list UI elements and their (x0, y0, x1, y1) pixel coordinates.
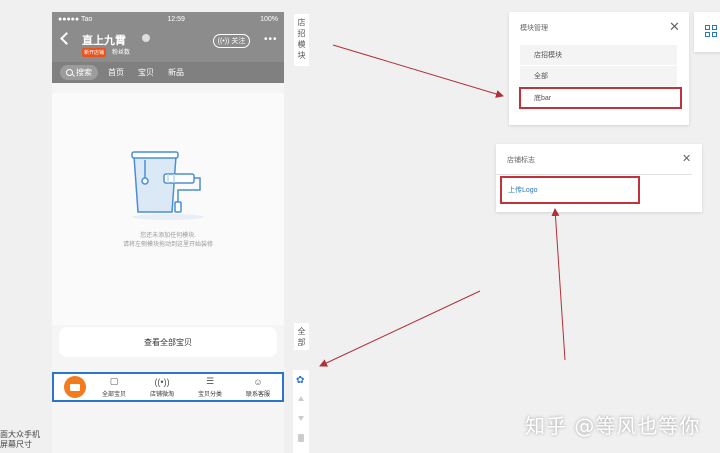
upload-logo-link[interactable]: 上传Logo (500, 176, 640, 204)
fans-count: 粉丝数 (112, 50, 131, 56)
follow-label: 关注 (231, 38, 246, 45)
tab-contact-service[interactable]: ☺ 联系客服 (234, 377, 282, 398)
gear-icon[interactable]: ✿ (296, 376, 304, 386)
side-tab-all[interactable]: 全部 (294, 323, 309, 350)
paint-bucket-icon (131, 151, 204, 220)
carrier-label: ●●●●● Tao (58, 15, 93, 23)
device-size-note-line-2: 屏幕尺寸 (0, 440, 32, 449)
device-size-note-line-1: 面大众手机 (0, 430, 40, 439)
nav-new[interactable]: 新品 (168, 67, 184, 78)
shop-navbar: 搜索 首页 宝贝 新品 (52, 62, 284, 83)
nav-home[interactable]: 首页 (108, 67, 124, 78)
shop-name: 直上九霄 (82, 35, 126, 47)
bag-icon: ▢ (109, 376, 119, 386)
nav-items[interactable]: 宝贝 (138, 67, 154, 78)
clock-label: 12:59 (167, 15, 185, 23)
tab-label: 联系客服 (245, 391, 270, 398)
tab-label: 宝贝分类 (197, 391, 222, 398)
watermark: 知乎 @等风也等你 (525, 414, 701, 438)
module-toolbar: ✿ (293, 370, 309, 453)
module-drop-area[interactable]: 您还未添加任何模块. 请将左侧模块拖动到这里开始装修 (52, 93, 284, 325)
tab-label: 全部宝贝 (101, 391, 126, 398)
shop-logo-icon[interactable] (64, 376, 86, 398)
more-icon[interactable]: ••• (264, 34, 278, 45)
trash-icon[interactable] (298, 434, 304, 442)
close-icon[interactable]: ✕ (682, 152, 691, 165)
status-bar: ●●●●● Tao 12:59 100% (52, 12, 284, 26)
phone-preview: ●●●●● Tao 12:59 100% 直上九霄 新开店铺 粉丝数 ((•))… (52, 12, 284, 453)
list-icon: ☰ (205, 376, 215, 386)
panel-title: 模块管理 (520, 25, 548, 32)
shop-header[interactable]: 直上九霄 新开店铺 粉丝数 ((•)) 关注 ••• (52, 26, 284, 62)
tab-label: 店铺微淘 (149, 391, 174, 398)
move-up-icon[interactable] (298, 396, 304, 401)
empty-hint-line-2: 请将左侧模块拖动到这里开始装修 (122, 242, 213, 248)
module-item-bottom-bar[interactable]: 底bar (519, 87, 682, 109)
panel-title: 店铺标志 (507, 157, 535, 164)
module-item-shop[interactable]: 店招模块 (520, 45, 677, 65)
layout-switch-button[interactable] (694, 12, 720, 52)
shop-badge: 新开店铺 (82, 48, 107, 57)
tab-categories[interactable]: ☰ 宝贝分类 (186, 376, 234, 398)
empty-hint: 您还未添加任何模块. 请将左侧模块拖动到这里开始装修 (52, 232, 284, 250)
grid-icon (705, 25, 717, 37)
battery-label: 100% (260, 15, 278, 23)
back-icon[interactable] (60, 32, 73, 45)
broadcast-icon: ((•)) (154, 376, 170, 387)
divider (496, 174, 692, 175)
side-tab-shop-module[interactable]: 店招模块 (294, 14, 309, 66)
view-all-items-button[interactable]: 查看全部宝贝 (59, 327, 277, 357)
search-label: 搜索 (76, 68, 92, 77)
follow-button[interactable]: ((•)) 关注 (213, 34, 250, 48)
search-icon (66, 69, 73, 76)
broadcast-icon: ((•)) (217, 37, 230, 45)
tab-all-items[interactable]: ▢ 全部宝贝 (90, 376, 138, 398)
close-icon[interactable]: ✕ (669, 20, 680, 33)
tab-shop-weitao[interactable]: ((•)) 店铺微淘 (138, 377, 186, 398)
bottom-tabbar[interactable]: ▢ 全部宝贝 ((•)) 店铺微淘 ☰ 宝贝分类 ☺ 联系客服 (52, 372, 284, 402)
empty-hint-line-1: 您还未添加任何模块. (140, 233, 196, 239)
module-management-panel: 模块管理 ✕ 店招模块 全部 底bar (509, 12, 689, 125)
search-button[interactable]: 搜索 (60, 65, 98, 80)
chat-icon: ☺ (253, 376, 263, 387)
move-down-icon[interactable] (298, 416, 304, 421)
device-size-note: 面大众手机 屏幕尺寸 (0, 430, 40, 450)
shop-logo-panel: 店铺标志 ✕ 上传Logo (496, 144, 702, 212)
module-item-all[interactable]: 全部 (520, 66, 677, 86)
verified-icon (142, 34, 150, 42)
editor-canvas: ●●●●● Tao 12:59 100% 直上九霄 新开店铺 粉丝数 ((•))… (0, 0, 720, 453)
